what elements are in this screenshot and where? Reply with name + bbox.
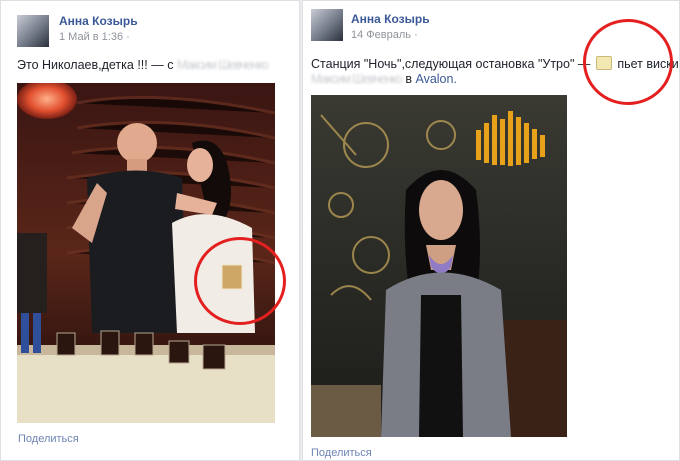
post-date[interactable]: 14 Февраль <box>351 29 411 41</box>
author-name[interactable]: Анна Козырь <box>59 14 138 28</box>
share-link[interactable]: Поделиться <box>311 447 372 459</box>
place-prefix: в <box>405 72 412 86</box>
highlight-circle <box>583 19 673 105</box>
globe-icon: · <box>414 29 418 41</box>
post-text: Это Николаев,детка !!! — с Максим Шевчен… <box>17 58 269 72</box>
post-card-left: Анна Козырь 1 Май в 1:36 · Это Николаев,… <box>0 0 300 461</box>
post-date[interactable]: 1 Май в 1:36 <box>59 31 123 43</box>
tagged-friends[interactable]: Максим Шевченко <box>311 72 403 86</box>
place-link[interactable]: Avalon. <box>415 72 456 86</box>
post-text-main: Это Николаев,детка !!! — с <box>17 58 174 72</box>
post-photo[interactable] <box>311 95 567 437</box>
tagged-friends[interactable]: Максим Шевченко <box>177 58 269 72</box>
post-text-line2: Максим Шевченко в Avalon. <box>311 72 457 86</box>
post-date-container: 1 Май в 1:36 · <box>59 31 130 43</box>
avatar[interactable] <box>17 15 49 47</box>
globe-icon: · <box>126 31 130 43</box>
highlight-circle <box>194 237 286 325</box>
share-link[interactable]: Поделиться <box>18 433 79 445</box>
post-text-main: Станция "Ночь",следующая остановка "Утро… <box>311 57 591 71</box>
author-name[interactable]: Анна Козырь <box>351 12 430 26</box>
avatar[interactable] <box>311 9 343 41</box>
post-date-container: 14 Февраль · <box>351 29 418 41</box>
